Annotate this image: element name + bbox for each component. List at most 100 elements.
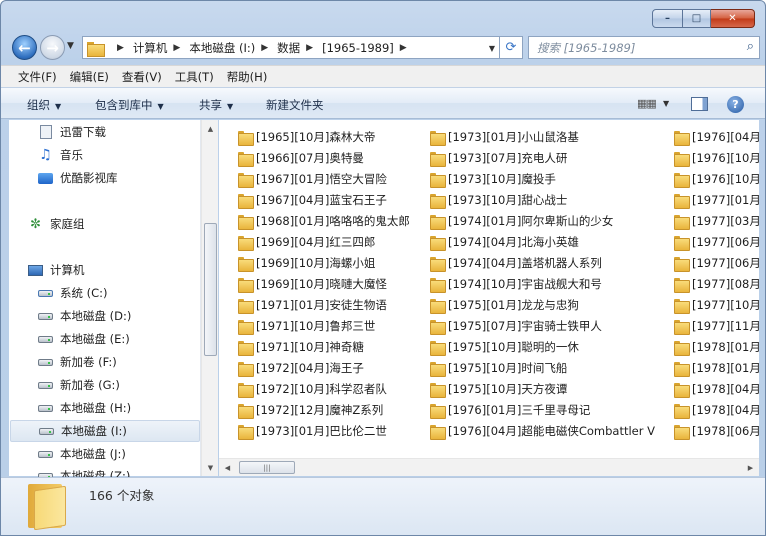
folder-item[interactable]: [1973][07月]充电人研: [430, 147, 567, 168]
close-button[interactable]: ✕: [711, 9, 755, 28]
refresh-button[interactable]: ⟳: [500, 36, 523, 59]
sidebar-item-drive-h[interactable]: 本地磁盘 (H:): [37, 397, 227, 419]
folder-item[interactable]: [1971][10月]鲁邦三世: [238, 315, 375, 336]
folder-item[interactable]: [1976][04月: [674, 126, 759, 147]
sidebar-item-drive-j[interactable]: 本地磁盘 (J:): [37, 443, 227, 465]
menu-help[interactable]: 帮助(H): [227, 69, 268, 85]
folder-item[interactable]: [1975][01月]龙龙与忠狗: [430, 294, 579, 315]
scrollbar-thumb[interactable]: [204, 223, 217, 356]
menu-tools[interactable]: 工具(T): [175, 69, 214, 85]
sidebar-item-thunder-download[interactable]: 迅雷下载: [37, 121, 227, 143]
folder-item[interactable]: [1973][01月]小山鼠洛基: [430, 126, 579, 147]
menu-view[interactable]: 查看(V): [122, 69, 162, 85]
menu-file[interactable]: 文件(F): [18, 69, 57, 85]
file-list-horizontal-scrollbar[interactable]: ◀ ||| ▶: [219, 458, 759, 476]
preview-pane-icon[interactable]: [691, 97, 708, 111]
scroll-left-icon[interactable]: ◀: [219, 459, 236, 476]
include-library-button[interactable]: 包含到库中 ▼: [95, 97, 164, 113]
scroll-right-icon[interactable]: ▶: [742, 459, 759, 476]
chevron-right-icon[interactable]: ▶: [117, 43, 124, 53]
folder-item[interactable]: [1973][10月]甜心战士: [430, 189, 567, 210]
folder-item[interactable]: [1977][10月: [674, 294, 759, 315]
breadcrumb-computer[interactable]: 计算机: [133, 40, 168, 56]
share-button[interactable]: 共享 ▼: [199, 97, 233, 113]
folder-item[interactable]: [1976][10月: [674, 147, 759, 168]
folder-item[interactable]: [1976][10月: [674, 168, 759, 189]
folder-item[interactable]: [1975][10月]时间飞船: [430, 357, 567, 378]
folder-item[interactable]: [1978][06月: [674, 420, 759, 441]
sidebar-item-drive-g[interactable]: 新加卷 (G:): [37, 374, 227, 396]
folder-item[interactable]: [1977][06月: [674, 231, 759, 252]
folder-item[interactable]: [1974][10月]宇宙战舰大和号: [430, 273, 602, 294]
back-button[interactable]: ←: [12, 35, 37, 60]
folder-item[interactable]: [1978][04月: [674, 378, 759, 399]
scroll-up-icon[interactable]: ▲: [202, 120, 219, 137]
folder-item[interactable]: [1973][01月]巴比伦二世: [238, 420, 387, 441]
folder-item[interactable]: [1975][07月]宇宙骑士铁甲人: [430, 315, 602, 336]
folder-item[interactable]: [1973][10月]魔投手: [430, 168, 556, 189]
folder-item[interactable]: [1978][01月: [674, 357, 759, 378]
folder-name: [1973][01月]小山鼠洛基: [448, 129, 579, 144]
view-dropdown-icon[interactable]: ▼: [663, 99, 669, 108]
search-input[interactable]: 搜索 [1965-1989] ⌕: [528, 36, 760, 59]
folder-item[interactable]: [1969][04月]红三四郎: [238, 231, 375, 252]
folder-item[interactable]: [1977][03月: [674, 210, 759, 231]
folder-item[interactable]: [1977][11月: [674, 315, 759, 336]
sidebar-item-music[interactable]: ♫ 音乐: [37, 144, 227, 166]
folder-item[interactable]: [1969][10月]海螺小姐: [238, 252, 375, 273]
folder-item[interactable]: [1977][06月: [674, 252, 759, 273]
folder-item[interactable]: [1971][01月]安徒生物语: [238, 294, 387, 315]
breadcrumb-current[interactable]: [1965-1989]: [322, 41, 394, 55]
sidebar-item-drive-d[interactable]: 本地磁盘 (D:): [37, 305, 227, 327]
maximize-button[interactable]: □: [683, 9, 711, 28]
folder-item[interactable]: [1977][08月: [674, 273, 759, 294]
folder-item[interactable]: [1969][10月]晓嗹大魔怪: [238, 273, 387, 294]
folder-item[interactable]: [1974][04月]北海小英雄: [430, 231, 579, 252]
folder-item[interactable]: [1972][10月]科学忍者队: [238, 378, 387, 399]
folder-item[interactable]: [1972][04月]海王子: [238, 357, 364, 378]
menu-edit[interactable]: 编辑(E): [70, 69, 109, 85]
folder-item[interactable]: [1974][04月]盖塔机器人系列: [430, 252, 602, 273]
folder-item[interactable]: [1978][01月: [674, 336, 759, 357]
breadcrumb-data[interactable]: 数据: [277, 40, 300, 56]
chevron-right-icon[interactable]: ▶: [173, 43, 180, 53]
breadcrumb-drive[interactable]: 本地磁盘 (I:): [189, 40, 255, 56]
address-dropdown-icon[interactable]: ▼: [489, 44, 495, 53]
help-icon[interactable]: ?: [727, 96, 744, 113]
folder-item[interactable]: [1977][01月: [674, 189, 759, 210]
folder-item[interactable]: [1975][10月]聪明的一休: [430, 336, 579, 357]
sidebar-item-computer[interactable]: 计算机: [27, 259, 217, 281]
folder-item[interactable]: [1971][10月]神奇糖: [238, 336, 364, 357]
view-options-icon[interactable]: ▦▦: [637, 97, 657, 110]
chevron-right-icon[interactable]: ▶: [400, 43, 407, 53]
sidebar-item-drive-e[interactable]: 本地磁盘 (E:): [37, 328, 227, 350]
folder-item[interactable]: [1972][12月]魔神Z系列: [238, 399, 383, 420]
chevron-right-icon[interactable]: ▶: [306, 43, 313, 53]
recent-pages-dropdown[interactable]: ▼: [67, 41, 74, 51]
folder-item[interactable]: [1978][04月: [674, 399, 759, 420]
folder-item[interactable]: [1968][01月]咯咯咯的鬼太郎: [238, 210, 410, 231]
search-icon[interactable]: ⌕: [747, 39, 754, 54]
minimize-button[interactable]: –: [652, 9, 683, 28]
new-folder-button[interactable]: 新建文件夹: [266, 97, 324, 113]
sidebar-item-drive-i[interactable]: 本地磁盘 (I:): [10, 420, 200, 442]
folder-item[interactable]: [1966][07月]奥特曼: [238, 147, 364, 168]
chevron-right-icon[interactable]: ▶: [261, 43, 268, 53]
scroll-down-icon[interactable]: ▼: [202, 459, 219, 476]
folder-item[interactable]: [1976][04月]超能电磁侠Combattler V: [430, 420, 655, 441]
folder-item[interactable]: [1967][01月]悟空大冒险: [238, 168, 387, 189]
folder-item[interactable]: [1975][10月]天方夜谭: [430, 378, 567, 399]
sidebar-item-homegroup[interactable]: ✼ 家庭组: [27, 213, 217, 235]
sidebar-item-system-c[interactable]: 系统 (C:): [37, 282, 227, 304]
folder-item[interactable]: [1965][10月]森林大帝: [238, 126, 375, 147]
folder-item[interactable]: [1976][01月]三千里寻母记: [430, 399, 590, 420]
forward-button[interactable]: →: [40, 35, 65, 60]
navigation-pane-scrollbar[interactable]: ▲ ▼: [201, 120, 218, 476]
folder-item[interactable]: [1974][01月]阿尔卑斯山的少女: [430, 210, 613, 231]
folder-item[interactable]: [1967][04月]蓝宝石王子: [238, 189, 387, 210]
address-bar[interactable]: ▶ 计算机 ▶ 本地磁盘 (I:) ▶ 数据 ▶ [1965-1989] ▶ ▼: [82, 36, 500, 59]
sidebar-item-youku[interactable]: 优酷影视库: [37, 167, 227, 189]
scrollbar-thumb[interactable]: |||: [239, 461, 295, 474]
sidebar-item-drive-f[interactable]: 新加卷 (F:): [37, 351, 227, 373]
organize-button[interactable]: 组织 ▼: [27, 97, 61, 113]
